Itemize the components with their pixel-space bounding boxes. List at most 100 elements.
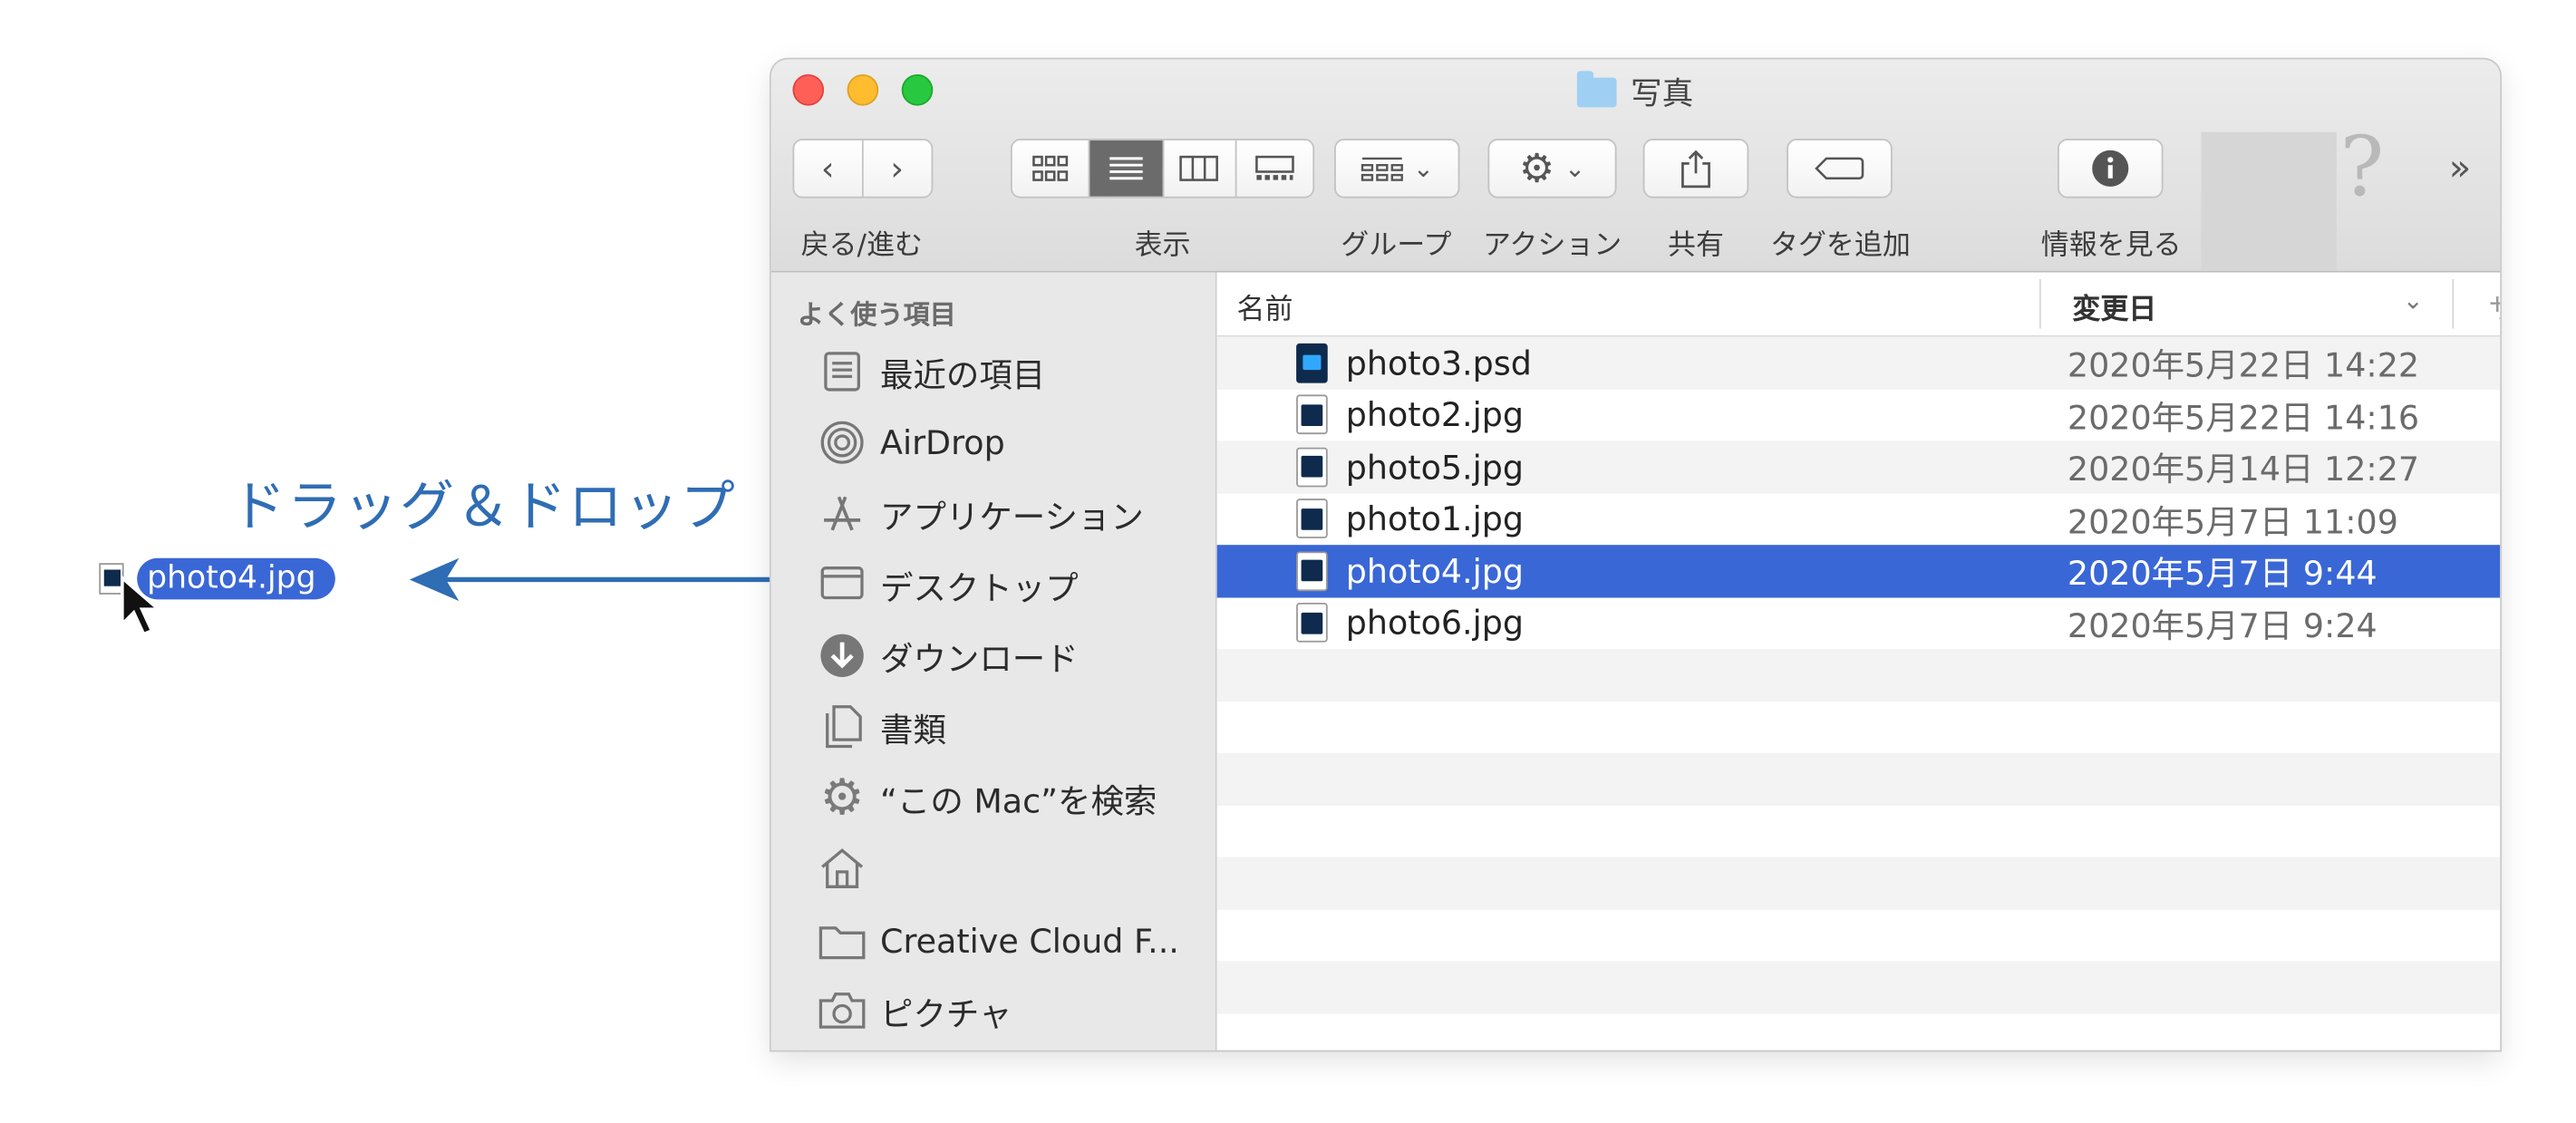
file-date: 2020年5月7日 9:24: [2067, 605, 2377, 645]
list-view-button[interactable]: [1090, 140, 1165, 197]
empty-row: [1216, 752, 2501, 806]
folder-icon: [818, 916, 867, 966]
sidebar: よく使う項目 最近の項目 AirDrop アプリケーション デスクトップ ダウン…: [770, 272, 1217, 1050]
sidebar-item-airdrop[interactable]: AirDrop: [818, 414, 1005, 470]
icon-view-button[interactable]: [1012, 140, 1091, 197]
empty-row: [1216, 648, 2501, 702]
empty-row: [1217, 701, 2501, 752]
toolbar: 写真 ‹ › 戻る/進む 表示 ⌄ グループ ⚙ ⌄ アクション 共有 タグを追…: [770, 59, 2501, 273]
toolbar-overflow-icon[interactable]: »: [2449, 149, 2472, 190]
file-name: photo1.jpg: [1345, 499, 1525, 539]
back-button[interactable]: ‹: [794, 140, 863, 197]
photoshop-file-icon: [1296, 343, 1328, 383]
file-date: 2020年5月22日 14:16: [2067, 397, 2420, 438]
sidebar-item-documents[interactable]: 書類: [818, 699, 946, 755]
sidebar-item-desktop[interactable]: デスクトップ: [818, 557, 1079, 613]
file-date: 2020年5月7日 11:09: [2067, 501, 2398, 542]
sidebar-item-recents[interactable]: 最近の項目: [818, 344, 1045, 400]
grid-icon: [1032, 155, 1069, 181]
action-button[interactable]: ⚙ ⌄: [1487, 139, 1617, 198]
folder-icon: [1577, 71, 1618, 108]
file-name: photo5.jpg: [1345, 447, 1525, 487]
empty-row: [1217, 909, 2501, 961]
sidebar-item-search-mac[interactable]: ⚙ “この Mac”を検索: [818, 769, 1157, 827]
desktop-icon: [818, 560, 867, 610]
table-row[interactable]: photo3.psd 2020年5月22日 14:22: [1216, 336, 2501, 390]
nav-buttons: ‹ ›: [792, 139, 934, 198]
mouse-cursor-icon: [120, 574, 163, 636]
tag-icon: [1815, 157, 1864, 180]
column-size[interactable]: サ: [2488, 286, 2500, 326]
forward-button[interactable]: ›: [862, 140, 932, 197]
sidebar-item-label: AirDrop: [880, 422, 1005, 463]
get-info-button[interactable]: [2057, 139, 2164, 198]
chevron-down-icon: ⌄: [2402, 286, 2424, 315]
help-icon[interactable]: ?: [2339, 119, 2384, 215]
tag-label: タグを追加: [1769, 229, 1911, 263]
file-name: photo4.jpg: [1345, 551, 1525, 591]
action-label: アクション: [1482, 229, 1622, 263]
column-date-modified[interactable]: 変更日: [2072, 286, 2156, 326]
sidebar-item-label: ダウンロード: [880, 638, 1079, 678]
gear-icon: ⚙: [1518, 145, 1555, 192]
file-date: 2020年5月22日 14:22: [2067, 345, 2420, 385]
column-header: 名前 変更日 ⌄ サ: [1216, 272, 2500, 337]
table-row[interactable]: photo2.jpg 2020年5月22日 14:16: [1217, 389, 2501, 440]
column-view-button[interactable]: [1164, 140, 1236, 197]
photoshop-file-icon: [1296, 499, 1328, 539]
info-label: 情報を見る: [2040, 229, 2182, 263]
table-row-selected[interactable]: photo4.jpg 2020年5月7日 9:44: [1216, 545, 2501, 597]
sidebar-item-creative-cloud[interactable]: Creative Cloud F...: [818, 913, 1179, 969]
file-date: 2020年5月7日 9:44: [2067, 553, 2377, 594]
recents-icon: [818, 347, 867, 397]
chevron-down-icon: ⌄: [1412, 153, 1434, 184]
table-row[interactable]: photo6.jpg 2020年5月7日 9:24: [1217, 597, 2501, 649]
sidebar-header: よく使う項目: [797, 298, 956, 331]
file-name: photo2.jpg: [1345, 394, 1525, 435]
group-icon: [1361, 157, 1403, 181]
sidebar-item-pictures[interactable]: ピクチャ: [818, 983, 1012, 1039]
view-buttons: [1010, 139, 1315, 198]
photoshop-file-icon: [1296, 603, 1328, 644]
photoshop-file-icon: [1296, 551, 1328, 591]
sidebar-item-label: アプリケーション: [880, 496, 1144, 537]
toolbar-drop-slot: [2201, 131, 2337, 271]
group-label: グループ: [1341, 229, 1452, 263]
sidebar-item-home[interactable]: [818, 840, 880, 896]
column-divider[interactable]: [2452, 278, 2455, 329]
file-date: 2020年5月14日 12:27: [2067, 449, 2420, 489]
home-icon: [818, 844, 867, 894]
gallery-view-button[interactable]: [1235, 140, 1313, 197]
photoshop-file-icon: [1296, 447, 1328, 487]
sidebar-item-label: ピクチャ: [880, 992, 1012, 1033]
table-row[interactable]: photo1.jpg 2020年5月7日 11:09: [1217, 493, 2501, 545]
drag-drop-annotation: ドラッグ＆ドロップ: [231, 473, 737, 538]
view-label: 表示: [1134, 229, 1191, 263]
table-row[interactable]: photo5.jpg 2020年5月14日 12:27: [1216, 440, 2501, 493]
applications-icon: [818, 489, 867, 538]
column-divider[interactable]: [2039, 278, 2041, 329]
group-button[interactable]: ⌄: [1334, 139, 1460, 198]
sidebar-item-applications[interactable]: アプリケーション: [818, 486, 1144, 542]
file-name: photo3.psd: [1345, 343, 1532, 383]
nav-label: 戻る/進む: [800, 229, 923, 263]
chevron-down-icon: ⌄: [1564, 153, 1586, 184]
add-tag-button[interactable]: [1787, 139, 1893, 198]
empty-row: [1217, 1013, 2501, 1050]
column-name[interactable]: 名前: [1237, 286, 1293, 326]
file-name: photo6.jpg: [1345, 603, 1525, 644]
sidebar-item-downloads[interactable]: ダウンロード: [818, 627, 1079, 683]
downloads-icon: [818, 631, 867, 681]
info-icon: [2092, 150, 2129, 187]
columns-icon: [1179, 155, 1219, 181]
sidebar-item-label: Creative Cloud F...: [880, 921, 1179, 962]
share-label: 共有: [1668, 229, 1724, 263]
sidebar-item-label: 書類: [880, 709, 946, 750]
empty-row: [1216, 857, 2501, 909]
empty-row: [1216, 961, 2501, 1013]
list-icon: [1109, 157, 1144, 180]
documents-icon: [818, 702, 867, 751]
share-icon: [1681, 150, 1710, 189]
gear-icon: ⚙: [819, 769, 865, 827]
share-button[interactable]: [1642, 139, 1749, 198]
